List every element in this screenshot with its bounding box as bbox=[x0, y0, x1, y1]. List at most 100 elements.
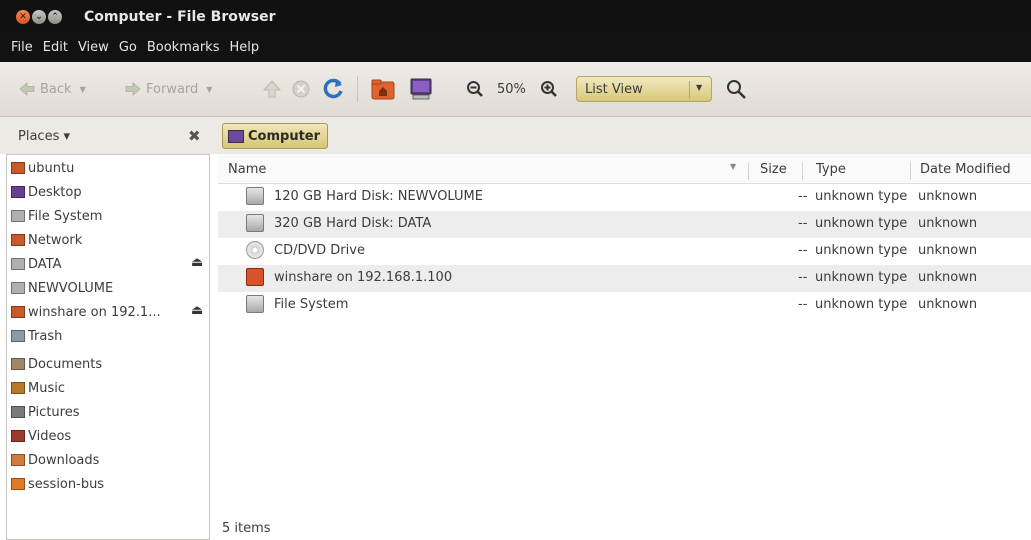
chevron-down-icon: ▼ bbox=[696, 83, 703, 92]
sidebar-item-pictures[interactable]: Pictures bbox=[11, 401, 79, 423]
sidebar-item-trash[interactable]: Trash bbox=[11, 325, 62, 347]
forward-history-dropdown-icon[interactable]: ▼ bbox=[206, 85, 212, 94]
column-separator bbox=[802, 162, 803, 180]
sidebar-item-label: Trash bbox=[28, 328, 63, 344]
table-row[interactable]: winshare on 192.168.1.100 -- unknown typ… bbox=[218, 265, 1031, 292]
column-separator bbox=[748, 162, 749, 180]
search-button[interactable] bbox=[725, 76, 747, 102]
sidebar-item-session-bus[interactable]: session-bus bbox=[11, 473, 104, 495]
sidebar-item-documents[interactable]: Documents bbox=[11, 353, 102, 375]
home-button[interactable] bbox=[371, 76, 395, 102]
menu-bookmarks[interactable]: Bookmarks bbox=[142, 34, 225, 62]
forward-button[interactable]: Forward ▼ bbox=[124, 76, 212, 102]
harddisk-icon bbox=[246, 295, 264, 313]
table-row[interactable]: File System -- unknown type unknown bbox=[218, 292, 1031, 319]
videos-folder-icon bbox=[11, 430, 25, 442]
zoom-in-button[interactable] bbox=[540, 76, 558, 102]
row-date: unknown bbox=[918, 189, 978, 204]
sidebar-item-file-system[interactable]: File System bbox=[11, 205, 102, 227]
menu-view[interactable]: View bbox=[73, 34, 114, 62]
sidebar-item-newvolume[interactable]: NEWVOLUME bbox=[11, 277, 113, 299]
places-dropdown[interactable]: Places ▾ bbox=[18, 129, 70, 144]
sidebar-item-music[interactable]: Music bbox=[11, 377, 65, 399]
row-size: -- bbox=[798, 297, 808, 312]
computer-button[interactable] bbox=[409, 76, 433, 102]
breadcrumb-label: Computer bbox=[248, 128, 321, 144]
stop-button[interactable] bbox=[291, 76, 311, 102]
row-name: 120 GB Hard Disk: NEWVOLUME bbox=[274, 189, 483, 204]
documents-folder-icon bbox=[11, 358, 25, 370]
toolbar-separator bbox=[357, 76, 358, 102]
status-bar-text: 5 items bbox=[222, 521, 271, 536]
sidebar-item-label: winshare on 192.1... bbox=[28, 304, 161, 320]
table-row[interactable]: 320 GB Hard Disk: DATA -- unknown type u… bbox=[218, 211, 1031, 238]
title-bar: ✕ ⌄ ⌃ Computer - File Browser bbox=[0, 0, 1031, 34]
minimize-window-button[interactable]: ⌄ bbox=[32, 10, 46, 24]
menu-go[interactable]: Go bbox=[114, 34, 142, 62]
sidebar-item-label: NEWVOLUME bbox=[28, 280, 114, 296]
close-window-button[interactable]: ✕ bbox=[16, 10, 30, 24]
back-history-dropdown-icon[interactable]: ▼ bbox=[80, 85, 86, 94]
sidebar-item-videos[interactable]: Videos bbox=[11, 425, 71, 447]
row-date: unknown bbox=[918, 216, 978, 231]
zoom-level-label: 50% bbox=[497, 81, 526, 97]
network-share-icon bbox=[11, 306, 25, 318]
search-icon bbox=[727, 80, 746, 99]
up-button[interactable] bbox=[262, 76, 282, 102]
sidebar-item-desktop[interactable]: Desktop bbox=[11, 181, 82, 203]
back-label: Back bbox=[40, 81, 72, 97]
eject-data-icon[interactable]: ⏏ bbox=[191, 255, 203, 270]
row-name: CD/DVD Drive bbox=[274, 243, 365, 258]
column-date-header[interactable]: Date Modified bbox=[920, 162, 1011, 177]
file-browser-window: ✕ ⌄ ⌃ Computer - File Browser File Edit Vi… bbox=[0, 0, 1031, 540]
zoom-out-button[interactable] bbox=[466, 76, 484, 102]
zoom-out-icon bbox=[467, 81, 483, 97]
network-icon bbox=[11, 234, 25, 246]
stop-icon bbox=[292, 80, 310, 98]
row-size: -- bbox=[798, 243, 808, 258]
harddisk-icon bbox=[11, 282, 25, 294]
eject-winshare-icon[interactable]: ⏏ bbox=[191, 303, 203, 318]
computer-icon bbox=[228, 129, 244, 143]
column-type-header[interactable]: Type bbox=[816, 162, 846, 177]
table-row[interactable]: 120 GB Hard Disk: NEWVOLUME -- unknown t… bbox=[218, 184, 1031, 211]
sidebar-item-label: Downloads bbox=[28, 452, 100, 468]
reload-button[interactable] bbox=[322, 76, 344, 102]
close-sidebar-icon[interactable]: ✖ bbox=[188, 127, 201, 145]
back-button[interactable]: Back ▼ bbox=[18, 76, 86, 102]
menu-file[interactable]: File bbox=[0, 34, 38, 62]
sidebar-item-winshare[interactable]: winshare on 192.1... bbox=[11, 301, 161, 323]
sidebar-item-downloads[interactable]: Downloads bbox=[11, 449, 99, 471]
file-list-view: Name ▼ Size Type Date Modified 120 GB Ha… bbox=[218, 154, 1031, 540]
column-separator bbox=[910, 162, 911, 180]
places-sidebar: ubuntu Desktop File System Network DATA … bbox=[6, 154, 210, 540]
forward-arrow-icon bbox=[125, 82, 141, 96]
harddisk-icon bbox=[11, 258, 25, 270]
network-share-icon bbox=[246, 268, 264, 286]
menu-help[interactable]: Help bbox=[224, 34, 264, 62]
column-size-header[interactable]: Size bbox=[760, 162, 787, 177]
breadcrumb-computer[interactable]: Computer bbox=[222, 123, 329, 149]
column-name-header[interactable]: Name bbox=[228, 162, 266, 177]
toolbar: Back ▼ Forward ▼ 50% List View ▼ bbox=[0, 62, 1031, 117]
sidebar-item-network[interactable]: Network bbox=[11, 229, 82, 251]
sidebar-item-data[interactable]: DATA bbox=[11, 253, 62, 275]
row-date: unknown bbox=[918, 297, 978, 312]
harddisk-icon bbox=[246, 214, 264, 232]
table-row[interactable]: CD/DVD Drive -- unknown type unknown bbox=[218, 238, 1031, 265]
sidebar-item-ubuntu[interactable]: ubuntu bbox=[11, 157, 74, 179]
zoom-in-icon bbox=[541, 81, 557, 97]
row-size: -- bbox=[798, 189, 808, 204]
home-folder-icon bbox=[371, 79, 395, 100]
maximize-window-button[interactable]: ⌃ bbox=[48, 10, 62, 24]
forward-label: Forward bbox=[146, 81, 199, 97]
sidebar-item-label: Videos bbox=[28, 428, 72, 444]
view-mode-select[interactable]: List View ▼ bbox=[576, 76, 712, 102]
pictures-folder-icon bbox=[11, 406, 25, 418]
desktop-icon bbox=[11, 186, 25, 198]
menu-edit[interactable]: Edit bbox=[38, 34, 73, 62]
row-name: winshare on 192.168.1.100 bbox=[274, 270, 453, 285]
sidebar-item-label: File System bbox=[28, 208, 103, 224]
folder-icon bbox=[11, 478, 25, 490]
home-folder-icon bbox=[11, 162, 25, 174]
